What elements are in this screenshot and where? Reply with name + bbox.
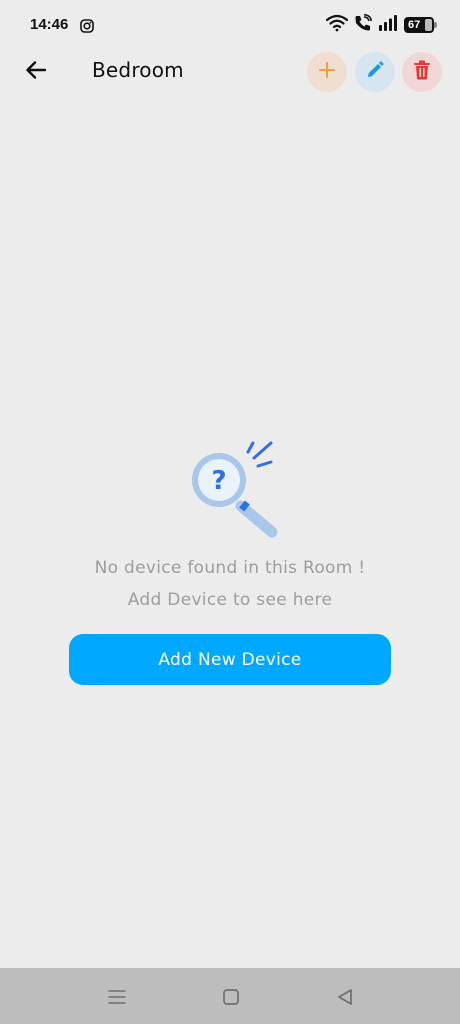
battery-icon: 67 — [404, 17, 437, 33]
status-bar: 14:46 67 — [0, 0, 460, 52]
app-bar: Bedroom — [0, 52, 460, 92]
back-button[interactable] — [18, 54, 54, 90]
svg-text:?: ? — [211, 466, 226, 496]
magnifier-question-icon: ? — [186, 440, 281, 540]
empty-state-subtitle: Add Device to see here — [127, 590, 333, 610]
system-nav-bar — [0, 968, 460, 1024]
page-title: Bedroom — [92, 58, 184, 82]
battery-level: 67 — [408, 19, 421, 31]
instagram-icon — [80, 18, 94, 33]
plus-icon — [318, 61, 336, 83]
home-icon[interactable] — [219, 985, 243, 1009]
add-device-button[interactable] — [307, 52, 347, 92]
trash-icon — [413, 60, 431, 84]
wifi-call-icon — [354, 14, 373, 36]
edit-room-button[interactable] — [355, 52, 395, 92]
delete-room-button[interactable] — [402, 52, 442, 92]
back-triangle-icon[interactable] — [333, 985, 357, 1009]
status-icons: 67 — [325, 14, 437, 36]
status-time: 14:46 — [30, 16, 69, 33]
empty-state-title: No device found in this Room ! — [94, 558, 366, 578]
pencil-icon — [366, 61, 384, 83]
add-new-device-button[interactable]: Add New Device — [69, 634, 391, 685]
signal-icon — [378, 15, 398, 35]
arrow-left-icon — [24, 58, 48, 86]
menu-icon[interactable] — [105, 985, 129, 1009]
wifi-icon — [325, 14, 349, 36]
